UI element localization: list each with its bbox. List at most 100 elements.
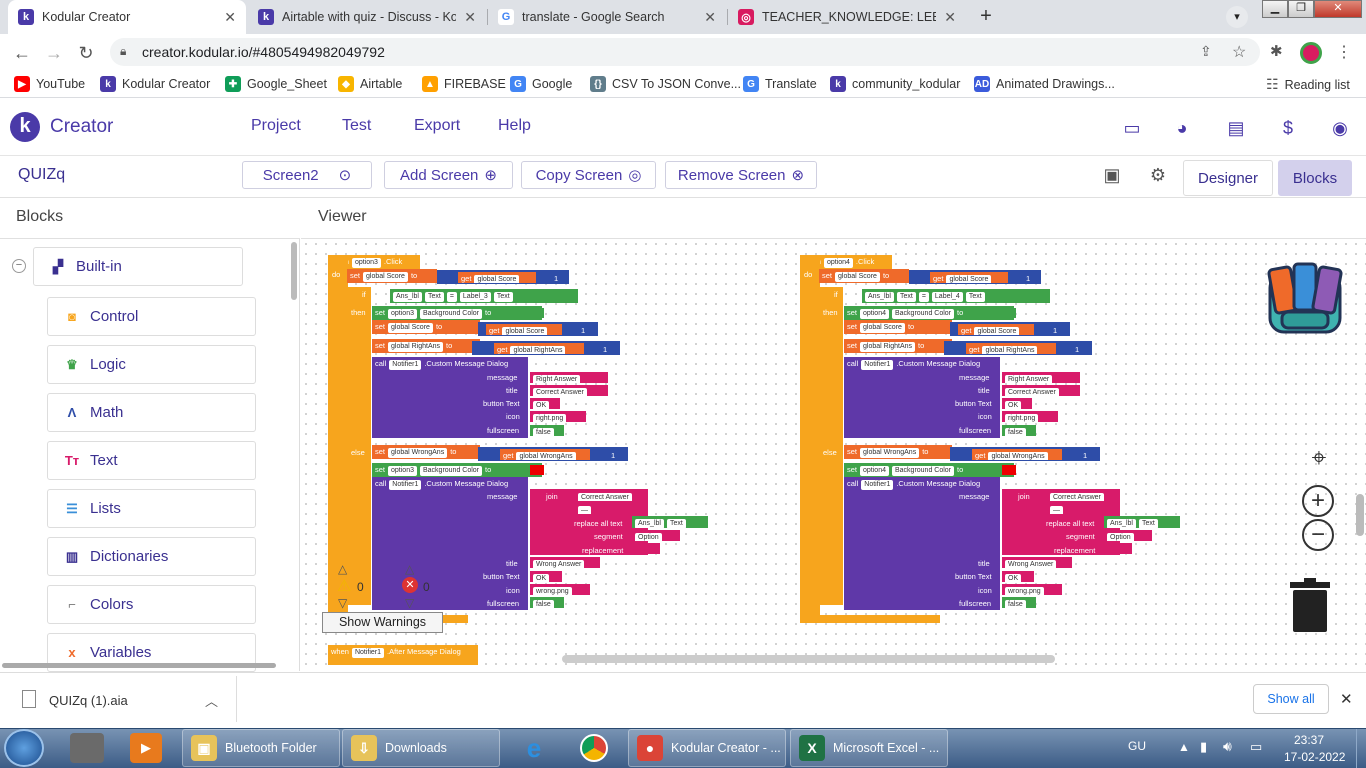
bookmark-star-icon[interactable]: ☆: [1232, 42, 1246, 62]
clock-time[interactable]: 23:37: [1294, 733, 1324, 747]
language-indicator[interactable]: GU: [1128, 739, 1146, 753]
palette-icon[interactable]: ◕: [1170, 116, 1194, 140]
text-block[interactable]: right.png: [530, 411, 586, 422]
text-block[interactable]: Wrong Answer: [1002, 557, 1072, 568]
internet-explorer-icon[interactable]: e: [518, 733, 550, 763]
bookmark-6[interactable]: {} CSV To JSON Conve...: [590, 76, 741, 92]
tab-search-button[interactable]: ▾: [1226, 6, 1248, 28]
block-field[interactable]: false: [1005, 600, 1026, 608]
text-block[interactable]: Correct Answer: [530, 385, 608, 396]
kodular-logo-icon[interactable]: k: [10, 112, 40, 142]
block-field[interactable]: Ans_lbl: [1107, 519, 1136, 528]
get-variable-block[interactable]: get global RightAns: [494, 343, 584, 354]
block-field[interactable]: option4: [823, 258, 853, 268]
block-field[interactable]: global RightAns: [388, 342, 444, 352]
block-field[interactable]: Correct Answer: [533, 388, 587, 396]
number-block[interactable]: 1: [1023, 272, 1039, 283]
block-field[interactable]: Notifier1: [351, 648, 385, 658]
category-lists[interactable]: ☰ Lists: [47, 489, 256, 528]
set-variable-block[interactable]: set global Score to: [844, 320, 952, 334]
clock-date[interactable]: 17-02-2022: [1284, 750, 1345, 764]
block-field[interactable]: Ans_lbl: [635, 519, 664, 528]
block-field[interactable]: wrong.png: [533, 587, 572, 595]
chrome-pinned-icon[interactable]: [580, 734, 608, 762]
gallery-icon[interactable]: ▣: [1100, 163, 1124, 187]
menu-export[interactable]: Export: [414, 117, 460, 135]
trash-icon[interactable]: [1290, 578, 1330, 632]
close-tab-icon[interactable]: ✕: [944, 9, 956, 26]
share-icon[interactable]: ⇪: [1200, 43, 1212, 60]
get-variable-block[interactable]: get global RightAns: [966, 343, 1056, 354]
block-field[interactable]: global WrongAns: [388, 448, 448, 458]
text-block[interactable]: Right Answer: [530, 372, 608, 383]
block-field[interactable]: Notifier1: [861, 360, 894, 370]
number-block[interactable]: 1: [1080, 449, 1096, 460]
copy-screen-button[interactable]: Copy Screen ◎: [521, 161, 656, 189]
block-field[interactable]: =: [446, 292, 457, 302]
block-field[interactable]: Ans_lbl: [865, 292, 894, 302]
text-block[interactable]: Correct Answer: [575, 490, 647, 501]
category-control[interactable]: ◙ Control: [47, 297, 256, 336]
bookmark-9[interactable]: AD Animated Drawings...: [974, 76, 1115, 92]
text-block[interactable]: —: [1047, 503, 1077, 514]
screen-select[interactable]: Screen2 ⊙: [242, 161, 372, 189]
boolean-block[interactable]: false: [1002, 425, 1036, 436]
text-block[interactable]: —: [575, 503, 605, 514]
tab-blocks[interactable]: Blocks: [1278, 160, 1352, 196]
block-field[interactable]: Label_3: [459, 292, 491, 302]
tab-airtable-discuss[interactable]: k Airtable with quiz - Discuss - Ko ✕: [248, 0, 486, 34]
url-text[interactable]: creator.kodular.io/#4805494982049792: [142, 44, 385, 60]
block-field[interactable]: Text: [424, 292, 444, 302]
block-field[interactable]: option4: [860, 466, 889, 476]
reload-button[interactable]: ↻: [74, 41, 98, 65]
after-dialog-event-block[interactable]: when Notifier1 .After Message Dialog: [328, 645, 478, 665]
block-field[interactable]: Ans_lbl: [393, 292, 422, 302]
text-block[interactable]: [1104, 543, 1132, 554]
text-block[interactable]: wrong.png: [1002, 584, 1062, 595]
block-field[interactable]: Label_4: [931, 292, 963, 302]
get-variable-block[interactable]: get global Score: [486, 324, 562, 335]
docs-icon[interactable]: ▤: [1224, 116, 1248, 140]
video-app-icon[interactable]: ▶: [130, 733, 162, 763]
block-field[interactable]: option3: [388, 309, 417, 319]
tab-teacher-knowledge[interactable]: ◎ TEACHER_KNOWLEDGE: LEB_2 - ✕: [728, 0, 966, 34]
text-block[interactable]: Correct Answer: [1002, 385, 1080, 396]
block-field[interactable]: Text: [493, 292, 513, 302]
block-field[interactable]: global RightAns: [982, 346, 1038, 354]
category-dictionaries[interactable]: ▥ Dictionaries: [47, 537, 256, 576]
get-variable-block[interactable]: get global Score: [930, 272, 1008, 283]
block-field[interactable]: global Score: [946, 275, 992, 283]
gear-icon[interactable]: ⚙: [1146, 163, 1170, 187]
start-button-icon[interactable]: [4, 729, 44, 767]
block-field[interactable]: Correct Answer: [1050, 493, 1104, 501]
block-field[interactable]: OK: [533, 574, 550, 582]
new-tab-button[interactable]: +: [974, 5, 998, 29]
block-field[interactable]: global Score: [474, 275, 520, 283]
show-all-button[interactable]: Show all: [1253, 684, 1329, 714]
close-download-bar-icon[interactable]: ✕: [1340, 690, 1353, 708]
number-block[interactable]: 1: [551, 272, 567, 283]
battery-icon[interactable]: ▭: [1250, 739, 1262, 755]
if-block-frame[interactable]: [819, 287, 843, 605]
close-tab-icon[interactable]: ✕: [224, 9, 236, 26]
backpack-icon[interactable]: [1262, 254, 1348, 336]
menu-help[interactable]: Help: [498, 117, 531, 135]
text-block[interactable]: [632, 543, 660, 554]
block-field[interactable]: global WrongAns: [860, 448, 920, 458]
category-logic[interactable]: ♛ Logic: [47, 345, 256, 384]
collapse-toggle-icon[interactable]: −: [12, 259, 26, 273]
block-field[interactable]: global Score: [363, 272, 408, 282]
block-field[interactable]: Background Color: [891, 466, 955, 476]
add-screen-button[interactable]: Add Screen ⊕: [384, 161, 513, 189]
dollar-icon[interactable]: $: [1276, 116, 1300, 140]
block-field[interactable]: global WrongAns: [988, 452, 1048, 460]
bookmark-8[interactable]: k community_kodular: [830, 76, 960, 92]
extensions-icon[interactable]: ✱: [1270, 42, 1283, 60]
error-down-icon[interactable]: ▽: [405, 596, 414, 610]
reading-list-button[interactable]: ☷ Reading list: [1266, 76, 1350, 93]
block-field[interactable]: Background Color: [891, 309, 955, 319]
if-block-frame[interactable]: [347, 287, 371, 605]
set-property-block[interactable]: set option3 Background Color to: [372, 306, 542, 320]
show-desktop-button[interactable]: [1356, 729, 1366, 768]
get-variable-block[interactable]: get global WrongAns: [500, 449, 590, 460]
